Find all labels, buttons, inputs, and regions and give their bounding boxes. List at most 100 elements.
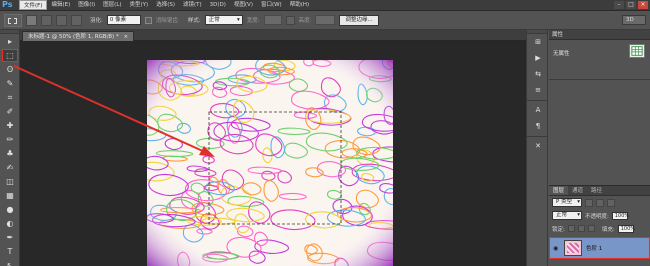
menu-item[interactable]: 图层(L) bbox=[99, 0, 125, 10]
add-selection-button[interactable] bbox=[41, 14, 52, 26]
refine-edge-button[interactable]: 调整边缘... bbox=[339, 14, 379, 26]
feather-label: 羽化: bbox=[90, 18, 103, 24]
width-label: 宽度: bbox=[246, 18, 260, 24]
pen-tool-icon[interactable]: ✒ bbox=[2, 231, 18, 244]
collapsed-panels-column: ⊞ ▶ ⇆ ≡ A ¶ ✕ bbox=[526, 30, 548, 266]
healing-tool-icon[interactable]: ✚ bbox=[2, 119, 18, 132]
marquee-tool-icon[interactable]: ⬚ bbox=[2, 49, 18, 62]
document-tab-title: 未标题-1 @ 50% (色阶 1, RGB/8) * bbox=[28, 34, 119, 40]
panel-toggle-icon[interactable]: ✕ bbox=[530, 140, 546, 152]
eraser-tool-icon[interactable]: ◫ bbox=[2, 175, 18, 188]
layer-row-levels[interactable]: ◉ 色阶 1 bbox=[549, 237, 650, 259]
tab-channels[interactable]: 通道 bbox=[568, 186, 587, 195]
menu-item[interactable]: 窗口(W) bbox=[257, 0, 286, 10]
options-bar: 羽化: 0 像素 消除锯齿 样式: 正常 宽度: 高度: 调整边缘... 3D bbox=[0, 11, 650, 30]
style-label: 样式: bbox=[187, 18, 201, 24]
menu-item[interactable]: 类型(Y) bbox=[126, 0, 153, 10]
eyedropper-tool-icon[interactable]: ✐ bbox=[2, 105, 18, 118]
menu-item[interactable]: 3D(D) bbox=[206, 0, 230, 10]
style-select[interactable]: 正常 bbox=[204, 15, 243, 25]
fill-input[interactable]: 100% bbox=[617, 224, 635, 233]
layer-filter-select[interactable]: P 类型 bbox=[552, 198, 582, 207]
dodge-tool-icon[interactable]: ◐ bbox=[2, 217, 18, 230]
antialias-checkbox[interactable] bbox=[144, 16, 152, 24]
spreadsheet-icon bbox=[629, 44, 645, 58]
fill-label: 填充: bbox=[601, 226, 615, 233]
panel-toggle-icon[interactable]: A bbox=[530, 104, 546, 116]
blur-tool-icon[interactable]: ● bbox=[2, 203, 18, 216]
opacity-input[interactable]: 100% bbox=[611, 211, 629, 220]
brush-tool-icon[interactable]: ✏ bbox=[2, 133, 18, 146]
panel-icons-group-1: ⊞ ▶ ⇆ ≡ bbox=[527, 36, 547, 96]
layer-name: 色阶 1 bbox=[586, 246, 603, 252]
crop-tool-icon[interactable]: ⌗ bbox=[2, 91, 18, 104]
menu-item[interactable]: 滤镜(T) bbox=[179, 0, 206, 10]
new-selection-button[interactable] bbox=[26, 14, 37, 26]
filter-adjust-icon[interactable] bbox=[596, 198, 604, 207]
layers-panel: 图层通道路径 P 类型 正常 不透明度: 100% 锁定: 填充: 100% ◉… bbox=[549, 185, 650, 266]
panel-toggle-icon[interactable]: ▶ bbox=[530, 52, 546, 64]
tool-preset-picker[interactable] bbox=[4, 13, 22, 27]
menu-item[interactable]: 视图(V) bbox=[230, 0, 257, 10]
menu-item[interactable]: 图像(I) bbox=[74, 0, 99, 10]
panel-toggle-icon[interactable]: ¶ bbox=[530, 120, 546, 132]
feather-input[interactable]: 0 像素 bbox=[106, 15, 141, 25]
blend-mode-select[interactable]: 正常 bbox=[552, 211, 582, 220]
tab-paths[interactable]: 路径 bbox=[587, 186, 606, 195]
main-menu: 文件(F) 编辑(E) 图像(I) 图层(L) 类型(Y) 选择(S) 滤镜(T) 3D(D)… bbox=[19, 0, 313, 10]
clone-stamp-tool-icon[interactable]: ♣ bbox=[2, 147, 18, 160]
maximize-button[interactable]: □ bbox=[626, 1, 636, 9]
properties-body: 无属性 bbox=[549, 40, 650, 80]
toolbar-grip[interactable] bbox=[0, 30, 19, 34]
workspace-select[interactable]: 3D bbox=[622, 15, 646, 25]
type-tool-icon[interactable]: T bbox=[2, 245, 18, 258]
lock-pixels-icon[interactable] bbox=[577, 225, 585, 232]
tab-close-icon[interactable]: × bbox=[123, 34, 128, 40]
window-controls: – □ × bbox=[614, 1, 648, 9]
menu-item[interactable]: 文件(F) bbox=[19, 0, 48, 10]
document-area: 未标题-1 @ 50% (色阶 1, RGB/8) * × bbox=[20, 30, 526, 266]
panel-icons-group-2: A ¶ bbox=[527, 104, 547, 132]
width-input[interactable] bbox=[263, 15, 282, 25]
lock-label: 锁定: bbox=[552, 226, 565, 233]
lasso-tool-icon[interactable]: ʘ bbox=[2, 63, 18, 76]
swap-dimensions-button[interactable] bbox=[285, 15, 295, 25]
tab-layers[interactable]: 图层 bbox=[549, 186, 569, 195]
column-grip[interactable] bbox=[527, 30, 547, 34]
quick-select-tool-icon[interactable]: ✎ bbox=[2, 77, 18, 90]
path-select-tool-icon[interactable]: ↖ bbox=[2, 259, 18, 266]
history-brush-tool-icon[interactable]: ✍ bbox=[2, 161, 18, 174]
gradient-tool-icon[interactable]: ▦ bbox=[2, 189, 18, 202]
menu-item[interactable]: 帮助(H) bbox=[286, 0, 313, 10]
marquee-icon bbox=[8, 17, 17, 24]
minimize-button[interactable]: – bbox=[614, 1, 624, 9]
tools-panel: ▸ ⬚ ʘ ✎ ⌗ ✐ ✚ ✏ ♣ ✍ ◫ ▦ ● ◐ ✒ T ↖ bbox=[0, 30, 20, 266]
visibility-eye-icon[interactable]: ◉ bbox=[553, 245, 560, 252]
close-button[interactable]: × bbox=[638, 1, 648, 9]
subtract-selection-button[interactable] bbox=[56, 14, 67, 26]
menu-bar: Ps 文件(F) 编辑(E) 图像(I) 图层(L) 类型(Y) 选择(S) 滤镜(T) 3D… bbox=[0, 0, 650, 11]
document-tab[interactable]: 未标题-1 @ 50% (色阶 1, RGB/8) * × bbox=[22, 31, 135, 41]
photoshop-logo: Ps bbox=[2, 0, 13, 9]
properties-title[interactable]: 属性 bbox=[549, 30, 650, 40]
canvas-artwork[interactable] bbox=[147, 60, 393, 266]
panel-toggle-icon[interactable]: ⇆ bbox=[530, 68, 546, 80]
antialias-label: 消除锯齿 bbox=[155, 18, 178, 24]
panel-toggle-icon[interactable]: ⊞ bbox=[530, 36, 546, 48]
document-tab-bar: 未标题-1 @ 50% (色阶 1, RGB/8) * × bbox=[20, 30, 526, 41]
menu-item[interactable]: 编辑(E) bbox=[47, 0, 74, 10]
filter-type-icon[interactable] bbox=[607, 198, 615, 207]
lock-position-icon[interactable] bbox=[587, 225, 595, 232]
intersect-selection-button[interactable] bbox=[71, 14, 82, 26]
opacity-label: 不透明度: bbox=[585, 213, 609, 220]
blend-row: 正常 不透明度: 100% bbox=[549, 209, 650, 222]
photoshop-window: Ps 文件(F) 编辑(E) 图像(I) 图层(L) 类型(Y) 选择(S) 滤镜(T) 3D… bbox=[0, 0, 650, 266]
lock-transparency-icon[interactable] bbox=[567, 225, 575, 232]
no-properties-label: 无属性 bbox=[553, 51, 570, 57]
menu-item[interactable]: 选择(S) bbox=[152, 0, 179, 10]
height-input[interactable] bbox=[315, 15, 336, 25]
filter-pixel-icon[interactable] bbox=[585, 198, 593, 207]
move-tool-icon[interactable]: ▸ bbox=[2, 35, 18, 48]
divider bbox=[527, 136, 547, 137]
panel-toggle-icon[interactable]: ≡ bbox=[530, 84, 546, 96]
